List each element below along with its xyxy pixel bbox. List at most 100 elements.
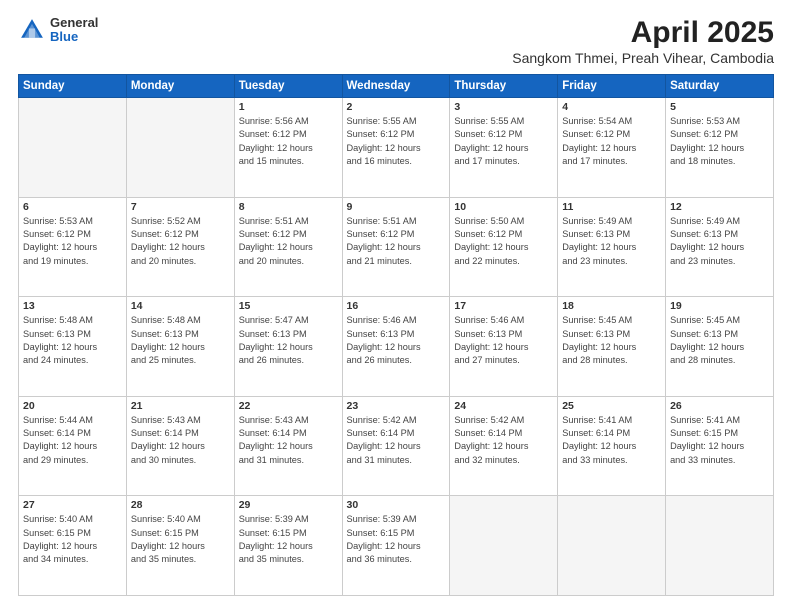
day-cell: 1 Sunrise: 5:56 AMSunset: 6:12 PMDaylight… xyxy=(234,98,342,198)
day-number: 10 xyxy=(454,201,553,213)
day-number: 8 xyxy=(239,201,338,213)
day-cell: 16 Sunrise: 5:46 AMSunset: 6:13 PMDayligh… xyxy=(342,297,450,397)
header-row: Sunday Monday Tuesday Wednesday Thursday… xyxy=(19,75,774,98)
calendar-body: 1 Sunrise: 5:56 AMSunset: 6:12 PMDaylight… xyxy=(19,98,774,596)
day-info: Sunrise: 5:55 AMSunset: 6:12 PMDaylight:… xyxy=(347,115,446,168)
day-number: 5 xyxy=(670,101,769,113)
day-number: 19 xyxy=(670,300,769,312)
day-info: Sunrise: 5:40 AMSunset: 6:15 PMDaylight:… xyxy=(23,513,122,566)
day-cell: 19Sunrise: 5:45 AMSunset: 6:13 PMDayligh… xyxy=(666,297,774,397)
day-cell: 10 Sunrise: 5:50 AMSunset: 6:12 PMDayligh… xyxy=(450,197,558,297)
day-number: 9 xyxy=(347,201,446,213)
col-thursday: Thursday xyxy=(450,75,558,98)
week-row-0: 1 Sunrise: 5:56 AMSunset: 6:12 PMDaylight… xyxy=(19,98,774,198)
day-cell: 14 Sunrise: 5:48 AMSunset: 6:13 PMDayligh… xyxy=(126,297,234,397)
col-monday: Monday xyxy=(126,75,234,98)
logo-icon xyxy=(18,16,46,44)
day-cell: 11 Sunrise: 5:49 AMSunset: 6:13 PMDayligh… xyxy=(558,197,666,297)
day-number: 11 xyxy=(562,201,661,213)
day-number: 14 xyxy=(131,300,230,312)
day-info: Sunrise: 5:50 AMSunset: 6:12 PMDaylight:… xyxy=(454,215,553,268)
day-cell: 8 Sunrise: 5:51 AMSunset: 6:12 PMDaylight… xyxy=(234,197,342,297)
day-number: 12 xyxy=(670,201,769,213)
day-info: Sunrise: 5:41 AMSunset: 6:15 PMDaylight:… xyxy=(670,414,769,467)
day-info: Sunrise: 5:52 AMSunset: 6:12 PMDaylight:… xyxy=(131,215,230,268)
day-info: Sunrise: 5:42 AMSunset: 6:14 PMDaylight:… xyxy=(454,414,553,467)
day-cell: 2 Sunrise: 5:55 AMSunset: 6:12 PMDaylight… xyxy=(342,98,450,198)
day-info: Sunrise: 5:46 AMSunset: 6:13 PMDaylight:… xyxy=(347,314,446,367)
day-info: Sunrise: 5:45 AMSunset: 6:13 PMDaylight:… xyxy=(562,314,661,367)
day-number: 4 xyxy=(562,101,661,113)
day-info: Sunrise: 5:43 AMSunset: 6:14 PMDaylight:… xyxy=(131,414,230,467)
day-number: 24 xyxy=(454,400,553,412)
day-number: 21 xyxy=(131,400,230,412)
day-info: Sunrise: 5:39 AMSunset: 6:15 PMDaylight:… xyxy=(347,513,446,566)
day-number: 2 xyxy=(347,101,446,113)
day-number: 16 xyxy=(347,300,446,312)
week-row-4: 27Sunrise: 5:40 AMSunset: 6:15 PMDayligh… xyxy=(19,496,774,596)
day-info: Sunrise: 5:43 AMSunset: 6:14 PMDaylight:… xyxy=(239,414,338,467)
day-number: 30 xyxy=(347,499,446,511)
day-cell: 30 Sunrise: 5:39 AMSunset: 6:15 PMDayligh… xyxy=(342,496,450,596)
day-cell: 7 Sunrise: 5:52 AMSunset: 6:12 PMDaylight… xyxy=(126,197,234,297)
day-number: 7 xyxy=(131,201,230,213)
month-title: April 2025 xyxy=(512,16,774,50)
week-row-2: 13 Sunrise: 5:48 AMSunset: 6:13 PMDayligh… xyxy=(19,297,774,397)
day-info: Sunrise: 5:54 AMSunset: 6:12 PMDaylight:… xyxy=(562,115,661,168)
title-block: April 2025 Sangkom Thmei, Preah Vihear, … xyxy=(512,16,774,66)
day-number: 1 xyxy=(239,101,338,113)
week-row-1: 6Sunrise: 5:53 AMSunset: 6:12 PMDaylight… xyxy=(19,197,774,297)
day-cell: 12Sunrise: 5:49 AMSunset: 6:13 PMDayligh… xyxy=(666,197,774,297)
day-info: Sunrise: 5:53 AMSunset: 6:12 PMDaylight:… xyxy=(670,115,769,168)
col-sunday: Sunday xyxy=(19,75,127,98)
day-number: 15 xyxy=(239,300,338,312)
col-tuesday: Tuesday xyxy=(234,75,342,98)
day-info: Sunrise: 5:44 AMSunset: 6:14 PMDaylight:… xyxy=(23,414,122,467)
day-info: Sunrise: 5:48 AMSunset: 6:13 PMDaylight:… xyxy=(131,314,230,367)
day-number: 13 xyxy=(23,300,122,312)
day-cell: 22 Sunrise: 5:43 AMSunset: 6:14 PMDayligh… xyxy=(234,396,342,496)
day-cell: 5 Sunrise: 5:53 AMSunset: 6:12 PMDaylight… xyxy=(666,98,774,198)
day-info: Sunrise: 5:46 AMSunset: 6:13 PMDaylight:… xyxy=(454,314,553,367)
day-cell: 25Sunrise: 5:41 AMSunset: 6:14 PMDayligh… xyxy=(558,396,666,496)
calendar-header: Sunday Monday Tuesday Wednesday Thursday… xyxy=(19,75,774,98)
logo-blue: Blue xyxy=(50,30,98,44)
day-info: Sunrise: 5:39 AMSunset: 6:15 PMDaylight:… xyxy=(239,513,338,566)
day-cell: 15Sunrise: 5:47 AMSunset: 6:13 PMDayligh… xyxy=(234,297,342,397)
day-cell: 4 Sunrise: 5:54 AMSunset: 6:12 PMDaylight… xyxy=(558,98,666,198)
day-number: 28 xyxy=(131,499,230,511)
col-saturday: Saturday xyxy=(666,75,774,98)
logo-general: General xyxy=(50,16,98,30)
day-number: 29 xyxy=(239,499,338,511)
day-cell: 29 Sunrise: 5:39 AMSunset: 6:15 PMDayligh… xyxy=(234,496,342,596)
day-number: 18 xyxy=(562,300,661,312)
day-info: Sunrise: 5:49 AMSunset: 6:13 PMDaylight:… xyxy=(562,215,661,268)
day-cell: 28Sunrise: 5:40 AMSunset: 6:15 PMDayligh… xyxy=(126,496,234,596)
subtitle: Sangkom Thmei, Preah Vihear, Cambodia xyxy=(512,50,774,66)
day-number: 3 xyxy=(454,101,553,113)
day-cell xyxy=(450,496,558,596)
day-info: Sunrise: 5:55 AMSunset: 6:12 PMDaylight:… xyxy=(454,115,553,168)
day-cell: 24 Sunrise: 5:42 AMSunset: 6:14 PMDayligh… xyxy=(450,396,558,496)
header: General Blue April 2025 Sangkom Thmei, P… xyxy=(18,16,774,66)
day-cell: 9 Sunrise: 5:51 AMSunset: 6:12 PMDaylight… xyxy=(342,197,450,297)
day-info: Sunrise: 5:51 AMSunset: 6:12 PMDaylight:… xyxy=(347,215,446,268)
week-row-3: 20Sunrise: 5:44 AMSunset: 6:14 PMDayligh… xyxy=(19,396,774,496)
day-number: 17 xyxy=(454,300,553,312)
day-number: 22 xyxy=(239,400,338,412)
logo-text: General Blue xyxy=(50,16,98,45)
day-cell: 18 Sunrise: 5:45 AMSunset: 6:13 PMDayligh… xyxy=(558,297,666,397)
day-number: 23 xyxy=(347,400,446,412)
day-info: Sunrise: 5:42 AMSunset: 6:14 PMDaylight:… xyxy=(347,414,446,467)
col-wednesday: Wednesday xyxy=(342,75,450,98)
day-number: 25 xyxy=(562,400,661,412)
day-cell: 26 Sunrise: 5:41 AMSunset: 6:15 PMDayligh… xyxy=(666,396,774,496)
day-cell: 21 Sunrise: 5:43 AMSunset: 6:14 PMDayligh… xyxy=(126,396,234,496)
day-number: 26 xyxy=(670,400,769,412)
col-friday: Friday xyxy=(558,75,666,98)
day-info: Sunrise: 5:56 AMSunset: 6:12 PMDaylight:… xyxy=(239,115,338,168)
day-info: Sunrise: 5:51 AMSunset: 6:12 PMDaylight:… xyxy=(239,215,338,268)
day-cell: 27Sunrise: 5:40 AMSunset: 6:15 PMDayligh… xyxy=(19,496,127,596)
day-cell: 13Sunrise: 5:48 AMSunset: 6:13 PMDayligh… xyxy=(19,297,127,397)
logo: General Blue xyxy=(18,16,98,45)
